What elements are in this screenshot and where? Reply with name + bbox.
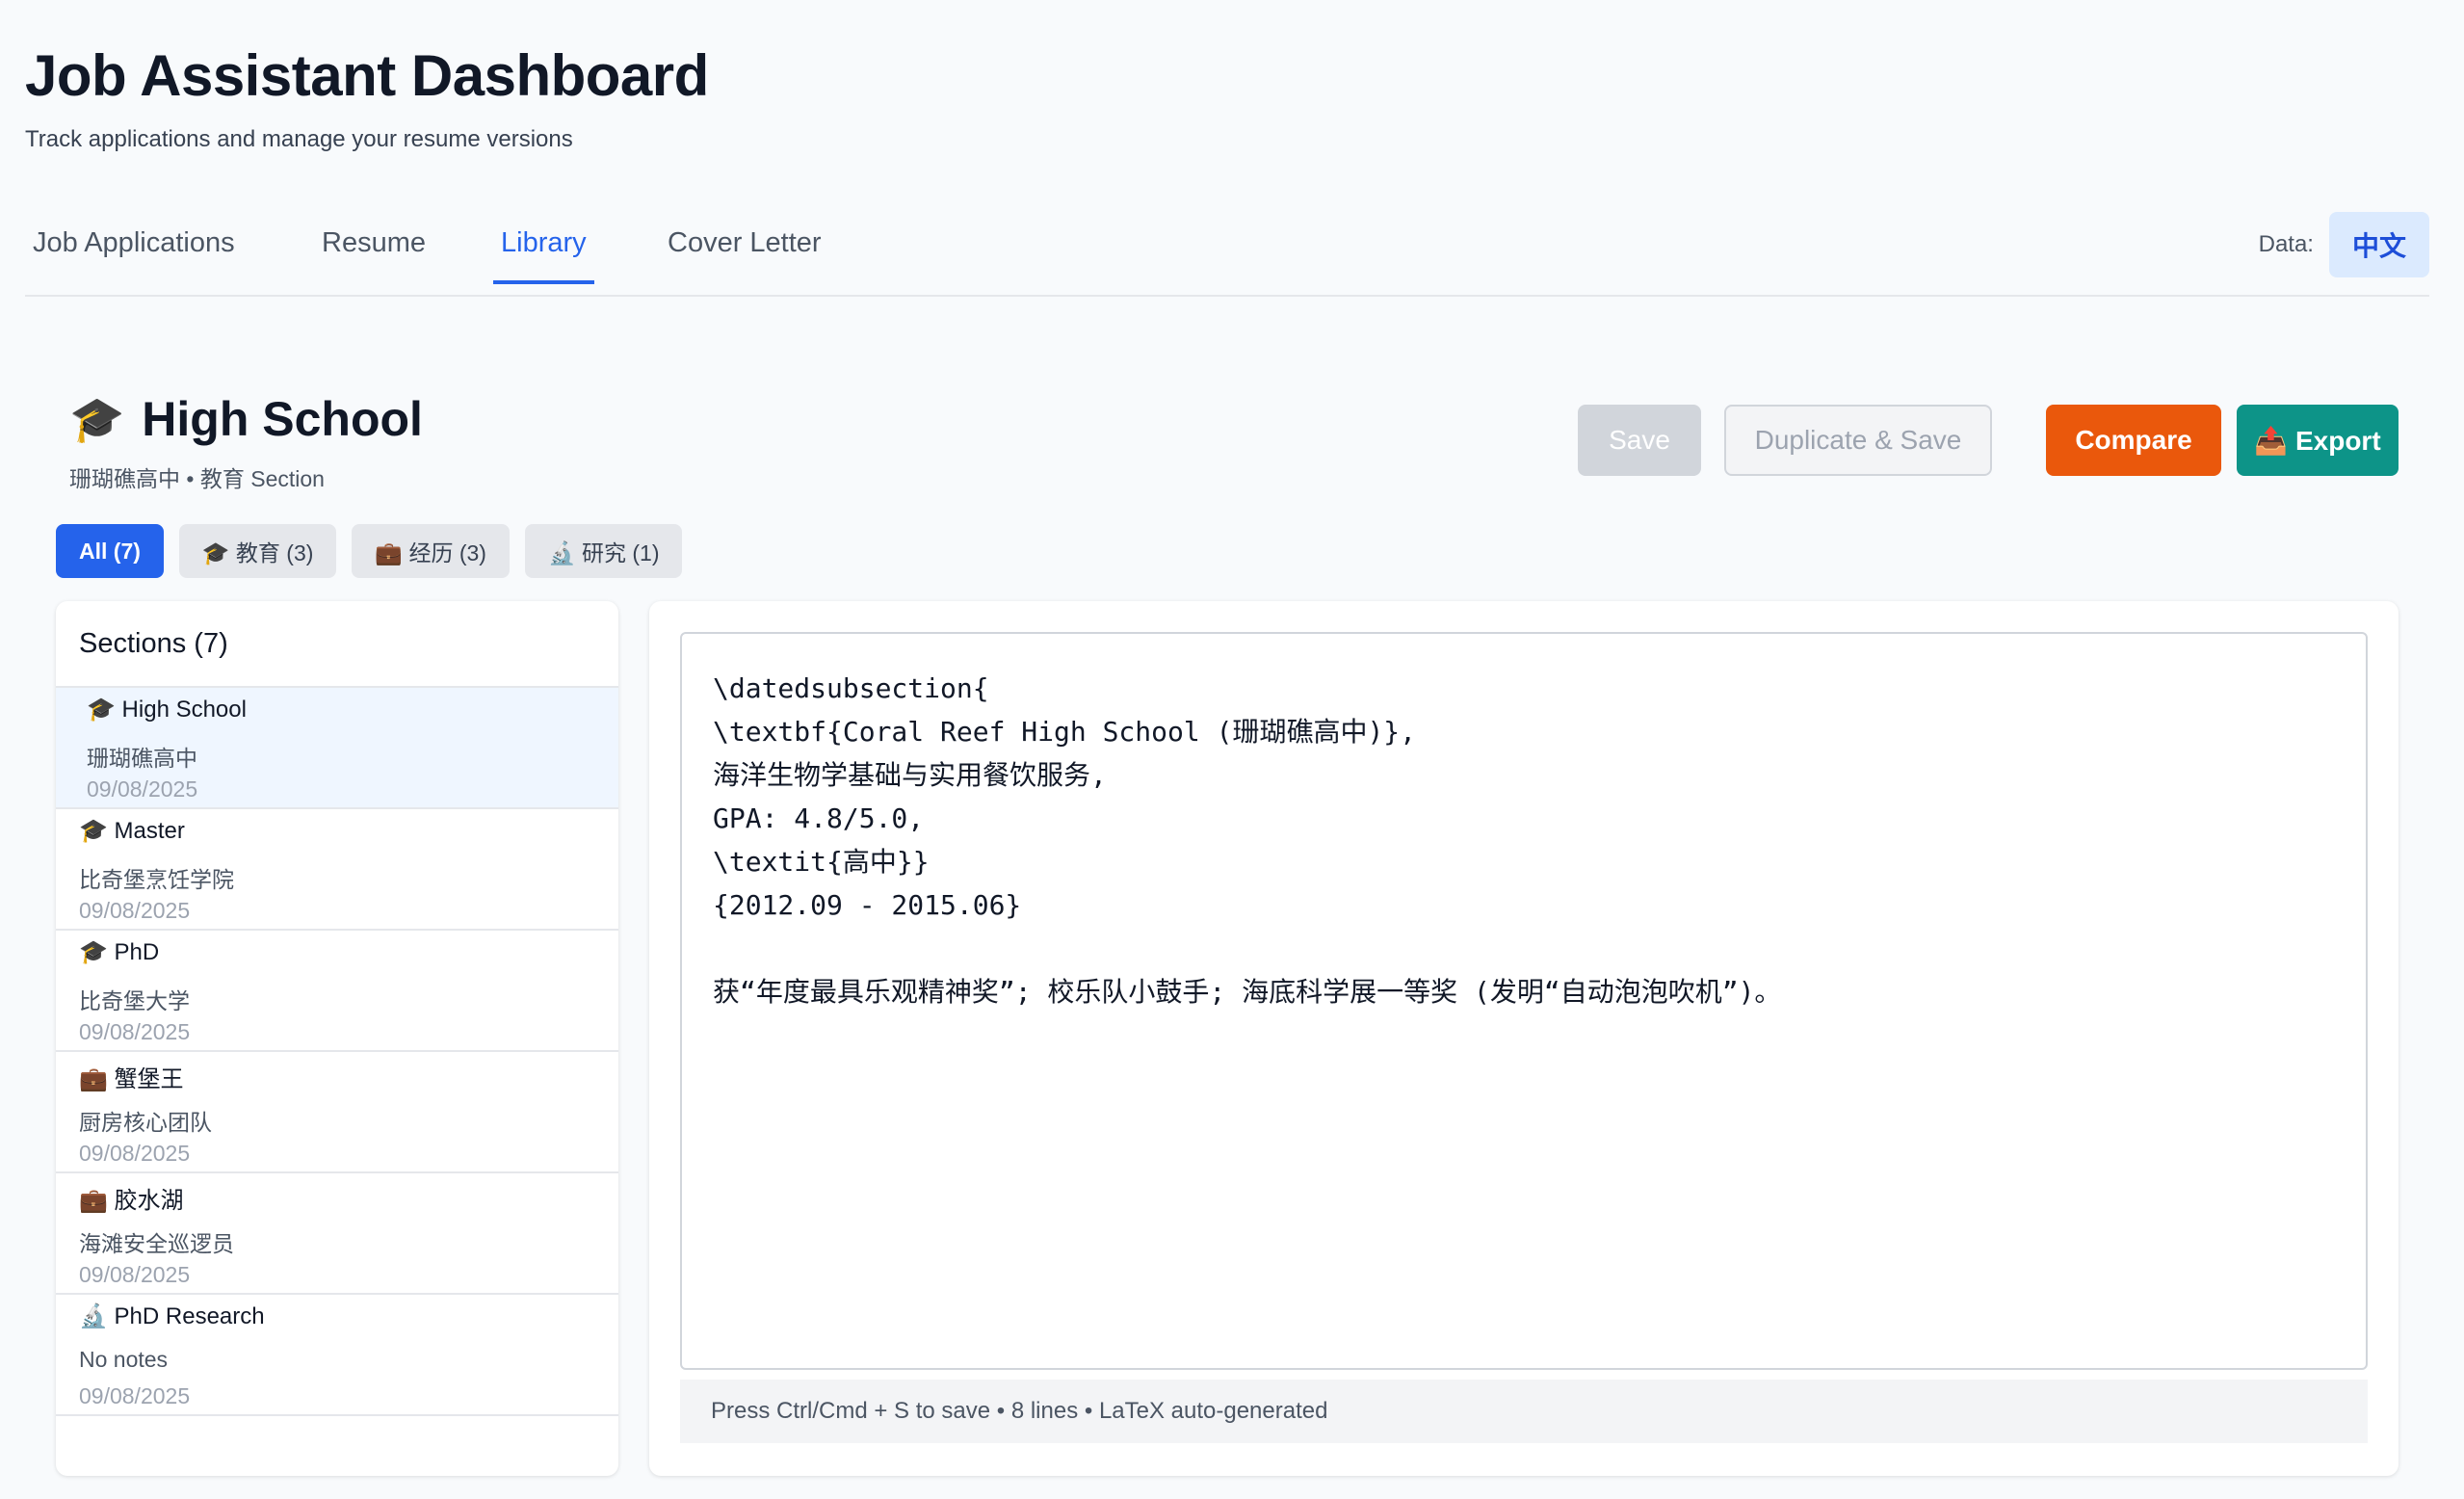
page-title: Job Assistant Dashboard <box>25 43 709 108</box>
section-item-note: 厨房核心团队 <box>79 1110 212 1135</box>
section-item-title: 🎓 Master <box>79 818 185 844</box>
editor-line: 海洋生物学基础与实用餐饮服务, <box>713 759 1107 791</box>
section-item-title: 💼 蟹堡王 <box>79 1066 184 1092</box>
filter-all[interactable]: All (7) <box>56 524 164 578</box>
tab-library[interactable]: Library <box>493 227 594 284</box>
section-item-note: 海滩安全巡逻员 <box>79 1231 234 1256</box>
graduation-cap-icon: 🎓 <box>69 393 125 444</box>
language-button[interactable]: 中文 <box>2328 212 2429 277</box>
filter-education[interactable]: 🎓 教育 (3) <box>178 524 337 578</box>
filter-experience[interactable]: 💼 经历 (3) <box>352 524 510 578</box>
editor-status-bar: Press Ctrl/Cmd + S to save • 8 lines • L… <box>680 1380 2368 1443</box>
section-item-high-school[interactable]: 🎓 High School 珊瑚礁高中 09/08/2025 <box>56 688 618 809</box>
editor-line: GPA: 4.8/5.0, <box>713 802 925 834</box>
section-item-date: 09/08/2025 <box>79 1019 191 1044</box>
export-button[interactable]: 📤 Export <box>2237 405 2398 476</box>
section-item-date: 09/08/2025 <box>79 1141 191 1166</box>
editor-line: \textbf{Coral Reef High School (珊瑚礁高中)}, <box>713 716 1417 748</box>
language-switcher: Data: 中文 <box>2259 212 2429 277</box>
section-item-note: 比奇堡大学 <box>79 988 190 1013</box>
section-item-phd-research[interactable]: 🔬 PhD Research No notes 09/08/2025 <box>56 1295 618 1416</box>
editor-line: \datedsubsection{ <box>713 672 989 704</box>
duplicate-save-button[interactable]: Duplicate & Save <box>1724 405 1992 476</box>
sidebar-heading: Sections (7) <box>56 601 618 688</box>
editor-panel: \datedsubsection{ \textbf{Coral Reef Hig… <box>649 601 2398 1476</box>
section-item-date: 09/08/2025 <box>87 776 198 802</box>
section-item-goo-lagoon[interactable]: 💼 胶水湖 海滩安全巡逻员 09/08/2025 <box>56 1173 618 1295</box>
section-title: High School <box>142 392 423 446</box>
section-item-master[interactable]: 🎓 Master 比奇堡烹饪学院 09/08/2025 <box>56 809 618 931</box>
tab-job-applications[interactable]: Job Applications <box>33 227 235 280</box>
section-item-title: 🔬 PhD Research <box>79 1303 265 1329</box>
page-subtitle: Track applications and manage your resum… <box>25 126 573 152</box>
language-label: Data: <box>2258 231 2314 257</box>
editor-line: 获“年度最具乐观精神奖”; 校乐队小鼓手; 海底科学展一等奖 (发明“自动泡泡吹… <box>713 976 1782 1008</box>
section-item-note: 珊瑚礁高中 <box>87 746 197 771</box>
editor-line: {2012.09 - 2015.06} <box>713 889 1022 921</box>
latex-editor[interactable]: \datedsubsection{ \textbf{Coral Reef Hig… <box>680 632 2368 1370</box>
tab-resume[interactable]: Resume <box>322 227 426 280</box>
section-item-phd[interactable]: 🎓 PhD 比奇堡大学 09/08/2025 <box>56 931 618 1052</box>
section-item-title: 🎓 PhD <box>79 939 160 965</box>
filter-research[interactable]: 🔬 研究 (1) <box>524 524 683 578</box>
tab-bar: Job Applications Resume Library Cover Le… <box>25 212 2429 297</box>
category-filters: All (7) 🎓 教育 (3) 💼 经历 (3) 🔬 研究 (1) <box>56 524 683 578</box>
section-item-date: 09/08/2025 <box>79 1262 191 1287</box>
section-item-date: 09/08/2025 <box>79 1383 191 1408</box>
section-item-title: 🎓 High School <box>87 697 247 723</box>
section-title-row: 🎓 High School <box>69 391 423 447</box>
editor-line: \textit{高中}} <box>713 846 930 878</box>
section-item-krusty-krab[interactable]: 💼 蟹堡王 厨房核心团队 09/08/2025 <box>56 1052 618 1173</box>
tab-cover-letter[interactable]: Cover Letter <box>668 227 822 280</box>
section-item-date: 09/08/2025 <box>79 898 191 923</box>
compare-button[interactable]: Compare <box>2046 405 2221 476</box>
section-meta: 珊瑚礁高中 • 教育 Section <box>69 466 325 491</box>
save-button[interactable]: Save <box>1578 405 1701 476</box>
page-header: Job Assistant Dashboard Track applicatio… <box>25 42 709 153</box>
section-item-note: 比奇堡烹饪学院 <box>79 867 234 892</box>
section-item-title: 💼 胶水湖 <box>79 1188 184 1214</box>
sections-sidebar: Sections (7) 🎓 High School 珊瑚礁高中 09/08/2… <box>56 601 618 1476</box>
section-header: 🎓 High School 珊瑚礁高中 • 教育 Section <box>69 391 423 493</box>
section-item-note: No notes <box>79 1347 169 1372</box>
